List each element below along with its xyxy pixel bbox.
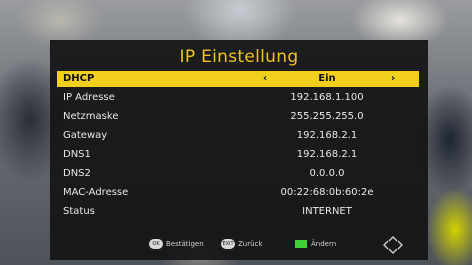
exit-key-icon: EXIT — [221, 239, 235, 249]
green-key-icon — [295, 240, 307, 248]
row-label: Status — [63, 206, 95, 217]
row-status[interactable]: Status INTERNET — [57, 204, 419, 220]
row-value: Ein — [318, 73, 336, 84]
navigation-arrows-icon — [383, 236, 403, 254]
row-value: 255.255.255.0 — [290, 111, 364, 122]
back-label: Zurück — [238, 240, 263, 248]
confirm-label: Bestätigen — [166, 240, 204, 248]
row-gateway[interactable]: Gateway 192.168.2.1 — [57, 128, 419, 144]
row-value: 00:22:68:0b:60:2e — [280, 187, 374, 198]
row-dns1[interactable]: DNS1 192.168.2.1 — [57, 147, 419, 163]
change-label: Ändern — [311, 240, 337, 248]
row-label: DHCP — [63, 73, 95, 84]
key-hint-bar: OK Bestätigen EXIT Zurück Ändern — [51, 231, 427, 257]
row-netmask[interactable]: Netzmaske 255.255.255.0 — [57, 109, 419, 125]
row-value: 0.0.0.0 — [309, 168, 345, 179]
back-hint[interactable]: EXIT Zurück — [221, 238, 262, 250]
dialog-title: IP Einstellung — [179, 47, 299, 67]
ok-key-icon: OK — [149, 239, 163, 249]
change-hint[interactable]: Ändern — [295, 238, 336, 250]
row-dhcp[interactable]: DHCP ‹ Ein › — [57, 71, 419, 87]
confirm-hint[interactable]: OK Bestätigen — [149, 238, 204, 250]
row-label: Netzmaske — [63, 111, 119, 122]
arrow-right-icon[interactable]: › — [391, 71, 395, 87]
row-label: IP Adresse — [63, 92, 115, 103]
row-value: 192.168.2.1 — [296, 130, 358, 141]
row-label: DNS1 — [63, 149, 91, 160]
row-mac-address[interactable]: MAC-Adresse 00:22:68:0b:60:2e — [57, 185, 419, 201]
row-value: 192.168.1.100 — [290, 92, 364, 103]
row-label: MAC-Adresse — [63, 187, 129, 198]
ip-settings-dialog: IP Einstellung DHCP ‹ Ein › IP Adresse 1… — [50, 40, 428, 260]
row-label: Gateway — [63, 130, 108, 141]
row-ip-address[interactable]: IP Adresse 192.168.1.100 — [57, 90, 419, 106]
row-value: 192.168.2.1 — [296, 149, 358, 160]
row-value: INTERNET — [302, 206, 352, 217]
row-label: DNS2 — [63, 168, 91, 179]
row-dns2[interactable]: DNS2 0.0.0.0 — [57, 166, 419, 182]
